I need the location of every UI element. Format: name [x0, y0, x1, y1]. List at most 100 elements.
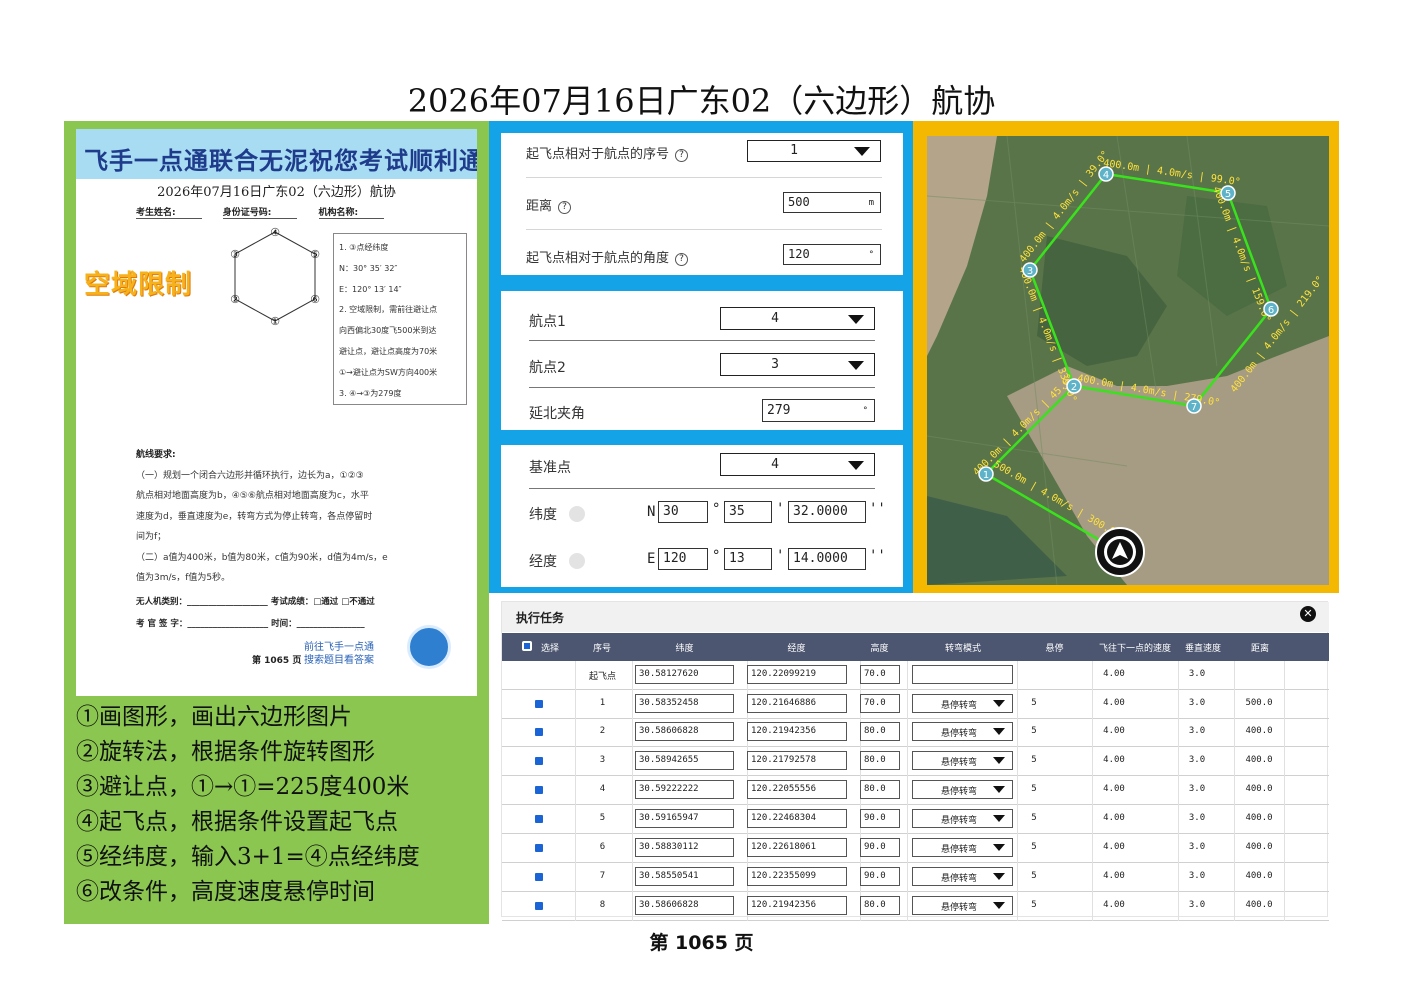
altitude-input[interactable]: 80.0	[860, 896, 900, 915]
table-row[interactable]: 7 30.58550541 120.22355099 90.0 悬停转弯 5 4.00 3.0…	[502, 863, 1329, 892]
longitude-input[interactable]: 120.21646886	[747, 694, 847, 713]
location-icon[interactable]	[569, 506, 585, 522]
distance-input[interactable]: 500 m	[783, 192, 881, 213]
turn-mode-select[interactable]: 悬停转弯	[912, 722, 1013, 741]
altitude-input[interactable]: 70.0	[860, 694, 900, 713]
row-checkbox[interactable]	[535, 728, 543, 736]
altitude-input[interactable]: 90.0	[860, 867, 900, 886]
base-point-select[interactable]: 4	[720, 453, 875, 476]
answer-link[interactable]: 前往飞手一点通 搜索题目看答案	[304, 641, 374, 667]
turn-mode-select[interactable]: 悬停转弯	[912, 867, 1013, 886]
waypoint-marker[interactable]: 7	[1186, 398, 1202, 414]
latitude-input[interactable]: 30.58352458	[635, 694, 734, 713]
column-divider	[575, 747, 576, 776]
waypoint2-select[interactable]: 3	[720, 353, 875, 376]
lat-degree-input[interactable]: 30	[658, 501, 708, 523]
latitude-input[interactable]: 30.58606828	[635, 896, 734, 915]
takeoff-seq-select[interactable]: 1	[747, 140, 881, 162]
longitude-input[interactable]: 120.21942356	[747, 722, 847, 741]
chevron-down-icon	[993, 700, 1005, 707]
waypoint-marker[interactable]: 5	[1220, 185, 1236, 201]
satellite-map[interactable]: 400.0m | 4.0m/s | 99.0° 400.0m | 4.0m/s …	[927, 136, 1329, 585]
row-checkbox[interactable]	[535, 757, 543, 765]
latitude-input[interactable]: 30.59222222	[635, 780, 734, 799]
takeoff-angle-input[interactable]: 120 °	[783, 244, 881, 265]
turn-mode-select[interactable]: 悬停转弯	[912, 809, 1013, 828]
speed-value: 4.00	[1103, 842, 1125, 852]
turn-mode-select[interactable]: 悬停转弯	[912, 694, 1013, 713]
waypoint-marker[interactable]: 4	[1098, 166, 1114, 182]
help-icon[interactable]: ?	[675, 253, 689, 266]
location-icon[interactable]	[569, 553, 585, 569]
table-row[interactable]: 6 30.58830112 120.22618061 90.0 悬停转弯 5 4.00 3.0…	[502, 834, 1329, 863]
column-divider	[1284, 834, 1285, 863]
waypoint-marker[interactable]: 1	[978, 466, 994, 482]
row-checkbox[interactable]	[535, 700, 543, 708]
lat-second-input[interactable]: 32.0000	[788, 501, 866, 523]
waypoint-marker[interactable]: 2	[1066, 378, 1082, 394]
longitude-input[interactable]: 120.22055556	[747, 780, 847, 799]
latitude-input[interactable]: 30.58830112	[635, 838, 734, 857]
altitude-input[interactable]: 90.0	[860, 838, 900, 857]
latitude-input[interactable]: 30.58127620	[635, 665, 734, 684]
altitude-input[interactable]: 80.0	[860, 751, 900, 770]
table-row[interactable]: 4 30.59222222 120.22055556 80.0 悬停转弯 5 4.00 3.0…	[502, 776, 1329, 805]
latitude-input[interactable]: 30.58606828	[635, 722, 734, 741]
waypoint1-select[interactable]: 4	[720, 307, 875, 330]
lon-degree-input[interactable]: 120	[658, 548, 708, 570]
latitude-input[interactable]: 30.59165947	[635, 809, 734, 828]
close-icon[interactable]: ✕	[1300, 606, 1316, 622]
altitude-input[interactable]: 90.0	[860, 809, 900, 828]
row-checkbox[interactable]	[535, 844, 543, 852]
help-icon[interactable]: ?	[558, 201, 572, 214]
select-all-checkbox[interactable]	[522, 641, 532, 651]
hover-time: 5	[1031, 726, 1037, 736]
lon-minute-input[interactable]: 13	[724, 548, 772, 570]
sign-line: 无人机类别：___________________ 考试成绩：□通过 □不通过	[136, 597, 375, 607]
drone-home-icon[interactable]	[1095, 527, 1145, 577]
help-icon[interactable]: ?	[675, 149, 689, 162]
altitude-input[interactable]: 70.0	[860, 665, 900, 684]
svg-text:3: 3	[1027, 266, 1033, 277]
table-row[interactable]: 1 30.58352458 120.21646886 70.0 悬停转弯 5 4.00 3.0…	[502, 690, 1329, 719]
turn-mode-select[interactable]: 悬停转弯	[912, 838, 1013, 857]
degree-symbol: °	[712, 501, 721, 517]
column-divider	[575, 690, 576, 719]
lat-minute-input[interactable]: 35	[724, 501, 772, 523]
turn-mode-select[interactable]: 悬停转弯	[912, 780, 1013, 799]
vertical-speed-value: 3.0	[1188, 842, 1206, 852]
altitude-input[interactable]: 80.0	[860, 722, 900, 741]
longitude-input[interactable]: 120.22355099	[747, 867, 847, 886]
table-row[interactable]: 8 30.58606828 120.21942356 80.0 悬停转弯 5 4.00 3.0…	[502, 892, 1329, 921]
route-line: （一）规划一个闭合六边形并循环执行，边长为a，①②③	[136, 470, 364, 481]
column-divider	[1234, 690, 1235, 719]
latitude-input[interactable]: 30.58550541	[635, 867, 734, 886]
step-item: ③避让点，①→①=225度400米	[76, 774, 410, 800]
speed-value: 4.00	[1103, 813, 1125, 823]
column-divider	[1017, 690, 1018, 719]
table-row[interactable]: 起飞点 30.58127620 120.22099219 70.0 4.00 3.0	[502, 661, 1329, 690]
table-row[interactable]: 3 30.58942655 120.21792578 80.0 悬停转弯 5 4.00 3.0…	[502, 747, 1329, 776]
row-checkbox[interactable]	[535, 902, 543, 910]
table-row[interactable]: 2 30.58606828 120.21942356 80.0 悬停转弯 5 4.00 3.0…	[502, 718, 1329, 747]
row-checkbox[interactable]	[535, 873, 543, 881]
longitude-input[interactable]: 120.22618061	[747, 838, 847, 857]
lon-second-input[interactable]: 14.0000	[788, 548, 866, 570]
turn-mode-select[interactable]: 悬停转弯	[912, 896, 1013, 915]
row-checkbox[interactable]	[535, 815, 543, 823]
longitude-input[interactable]: 120.21942356	[747, 896, 847, 915]
table-row[interactable]: 5 30.59165947 120.22468304 90.0 悬停转弯 5 4.00 3.0…	[502, 805, 1329, 834]
longitude-input[interactable]: 120.22099219	[747, 665, 847, 684]
turn-mode-select[interactable]: 悬停转弯	[912, 751, 1013, 770]
north-angle-input[interactable]: 279 °	[762, 399, 875, 422]
altitude-input[interactable]: 80.0	[860, 780, 900, 799]
longitude-input[interactable]: 120.22468304	[747, 809, 847, 828]
row-checkbox[interactable]	[535, 786, 543, 794]
column-header: 序号	[592, 644, 611, 654]
waypoint-marker[interactable]: 6	[1263, 301, 1279, 317]
waypoint-marker[interactable]: 3	[1022, 262, 1038, 278]
longitude-input[interactable]: 120.21792578	[747, 751, 847, 770]
latitude-input[interactable]: 30.58942655	[635, 751, 734, 770]
turn-mode-empty[interactable]	[912, 665, 1013, 684]
column-divider	[1178, 834, 1179, 863]
